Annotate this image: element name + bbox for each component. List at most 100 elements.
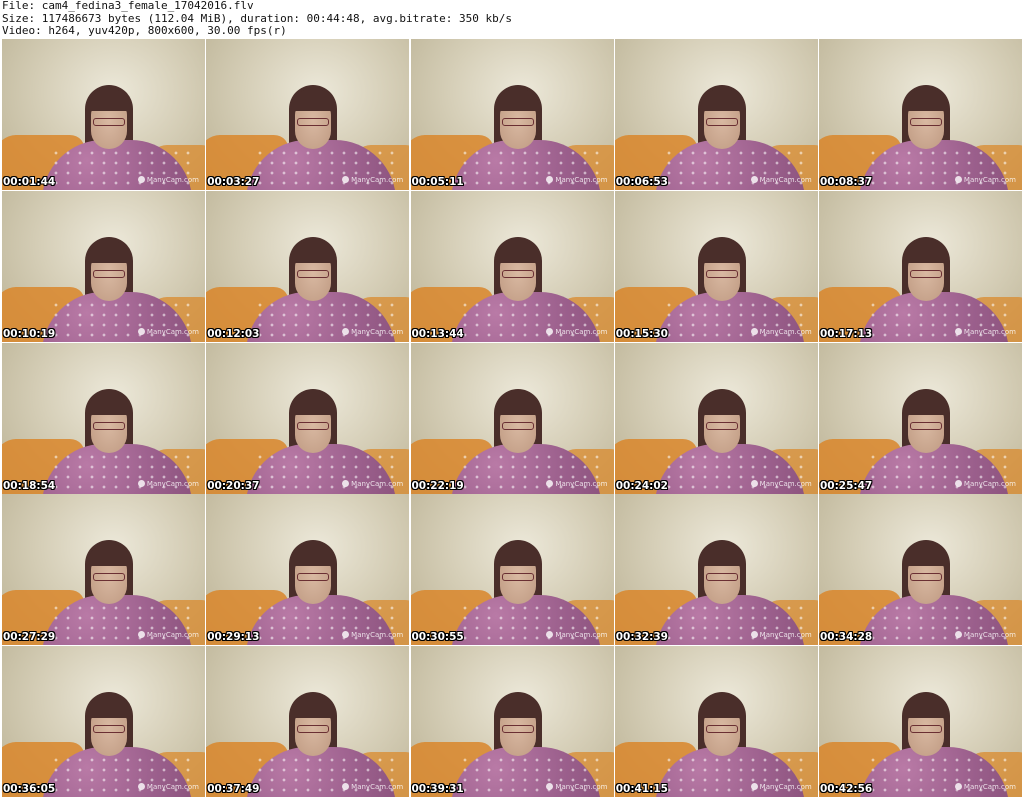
- watermark-text: ManyCam.com: [351, 176, 404, 184]
- video-thumbnail: ManyCam.com 00:29:13: [206, 494, 410, 646]
- thumbnail-timestamp: 00:30:55: [411, 631, 464, 644]
- thumbnail-timestamp: 00:12:03: [207, 327, 260, 340]
- watermark-icon: [137, 479, 145, 487]
- thumbnail-person-fringe: [700, 696, 743, 718]
- watermark-text: ManyCam.com: [963, 479, 1016, 488]
- thumbnail-glasses: [93, 573, 125, 582]
- watermark-text: ManyCam.com: [146, 631, 199, 640]
- thumbnail-glasses: [93, 118, 125, 126]
- thumbnail-glasses: [297, 421, 330, 430]
- watermark-text: ManyCam.com: [146, 479, 199, 488]
- watermark-icon: [750, 176, 758, 183]
- watermark-icon: [750, 783, 758, 790]
- watermark-text: ManyCam.com: [146, 783, 199, 791]
- watermark-icon: [546, 327, 554, 335]
- thumbnail-timestamp: 00:20:37: [207, 479, 260, 492]
- thumbnail-timestamp: 00:34:28: [820, 631, 873, 644]
- video-thumbnail: ManyCam.com 00:22:19: [410, 342, 614, 494]
- video-thumbnail: ManyCam.com 00:39:31: [410, 646, 614, 797]
- watermark-icon: [750, 631, 758, 639]
- thumbnail-glasses: [705, 725, 738, 733]
- thumbnail-person-fringe: [88, 544, 130, 567]
- watermark-icon: [342, 327, 350, 335]
- thumbnail-timestamp: 00:05:11: [411, 176, 464, 188]
- watermark-icon: [342, 176, 350, 183]
- watermark-text: ManyCam.com: [963, 783, 1016, 791]
- watermark: ManyCam.com: [954, 783, 1016, 791]
- watermark-text: ManyCam.com: [759, 479, 812, 488]
- thumbnail-glasses: [910, 573, 942, 582]
- thumbnail-timestamp: 00:18:54: [3, 479, 56, 492]
- thumbnail-timestamp: 00:03:27: [207, 176, 260, 188]
- watermark: ManyCam.com: [137, 631, 199, 640]
- watermark-text: ManyCam.com: [759, 327, 812, 336]
- watermark: ManyCam.com: [137, 783, 199, 791]
- watermark: ManyCam.com: [546, 176, 608, 184]
- video-thumbnail: ManyCam.com 00:03:27: [206, 39, 410, 190]
- watermark: ManyCam.com: [954, 327, 1016, 336]
- watermark: ManyCam.com: [750, 479, 812, 488]
- thumbnail-glasses: [910, 421, 942, 430]
- watermark-text: ManyCam.com: [759, 783, 812, 791]
- thumbnail-person-fringe: [700, 544, 743, 567]
- video-thumbnail: ManyCam.com 00:36:05: [2, 646, 205, 797]
- thumbnail-grid: ManyCam.com 00:01:44 ManyCam.com 00:03:27 Ma…: [2, 39, 1022, 797]
- thumbnail-timestamp: 00:27:29: [3, 631, 56, 644]
- watermark-text: ManyCam.com: [759, 176, 812, 184]
- video-thumbnail: ManyCam.com 00:34:28: [819, 494, 1022, 646]
- watermark-text: ManyCam.com: [351, 783, 404, 791]
- watermark: ManyCam.com: [137, 479, 199, 488]
- video-thumbnail: ManyCam.com 00:42:56: [819, 646, 1022, 797]
- video-thumbnail: ManyCam.com 00:41:15: [614, 646, 818, 797]
- thumbnail-glasses: [705, 573, 738, 582]
- watermark-icon: [954, 631, 962, 639]
- thumbnail-glasses: [910, 269, 942, 278]
- watermark-icon: [750, 327, 758, 335]
- thumbnail-glasses: [297, 725, 330, 733]
- video-thumbnail: ManyCam.com 00:37:49: [206, 646, 410, 797]
- thumbnail-timestamp: 00:25:47: [820, 479, 873, 492]
- thumbnail-glasses: [93, 421, 125, 430]
- thumbnail-glasses: [501, 725, 534, 733]
- watermark-icon: [750, 479, 758, 487]
- thumbnail-glasses: [93, 725, 125, 733]
- watermark-icon: [954, 479, 962, 487]
- thumbnail-glasses: [705, 118, 738, 126]
- watermark-text: ManyCam.com: [146, 327, 199, 336]
- thumbnail-glasses: [705, 269, 738, 278]
- thumbnail-timestamp: 00:36:05: [3, 783, 56, 795]
- thumbnail-glasses: [297, 118, 330, 126]
- watermark-icon: [954, 783, 962, 790]
- watermark: ManyCam.com: [750, 176, 812, 184]
- file-name-line: File: cam4_fedina3_female_17042016.flv: [2, 0, 254, 12]
- video-thumbnail: ManyCam.com 00:08:37: [819, 39, 1022, 190]
- watermark: ManyCam.com: [954, 631, 1016, 639]
- thumbnail-glasses: [910, 725, 942, 733]
- watermark-text: ManyCam.com: [351, 479, 404, 488]
- thumbnail-timestamp: 00:32:39: [615, 631, 668, 644]
- watermark-icon: [546, 783, 554, 790]
- thumbnail-person-fringe: [700, 89, 743, 111]
- watermark-icon: [546, 176, 554, 183]
- watermark: ManyCam.com: [137, 327, 199, 336]
- watermark: ManyCam.com: [546, 327, 608, 336]
- thumbnail-glasses: [501, 421, 534, 430]
- thumbnail-timestamp: 00:37:49: [207, 783, 260, 795]
- thumbnail-glasses: [297, 269, 330, 278]
- thumbnail-glasses: [501, 573, 534, 582]
- watermark: ManyCam.com: [750, 783, 812, 791]
- thumbnail-glasses: [910, 118, 942, 126]
- watermark-text: ManyCam.com: [555, 176, 608, 184]
- watermark: ManyCam.com: [546, 479, 608, 488]
- watermark-text: ManyCam.com: [146, 176, 199, 184]
- thumbnail-person-fringe: [496, 696, 539, 718]
- thumbnail-person-fringe: [496, 544, 539, 567]
- watermark: ManyCam.com: [342, 783, 403, 791]
- thumbnail-timestamp: 00:41:15: [615, 783, 668, 795]
- watermark-icon: [342, 631, 350, 639]
- thumbnail-timestamp: 00:29:13: [207, 631, 260, 644]
- watermark: ManyCam.com: [342, 479, 404, 488]
- watermark-icon: [546, 631, 554, 639]
- video-thumbnail: ManyCam.com 00:25:47: [819, 342, 1022, 494]
- watermark: ManyCam.com: [954, 479, 1016, 488]
